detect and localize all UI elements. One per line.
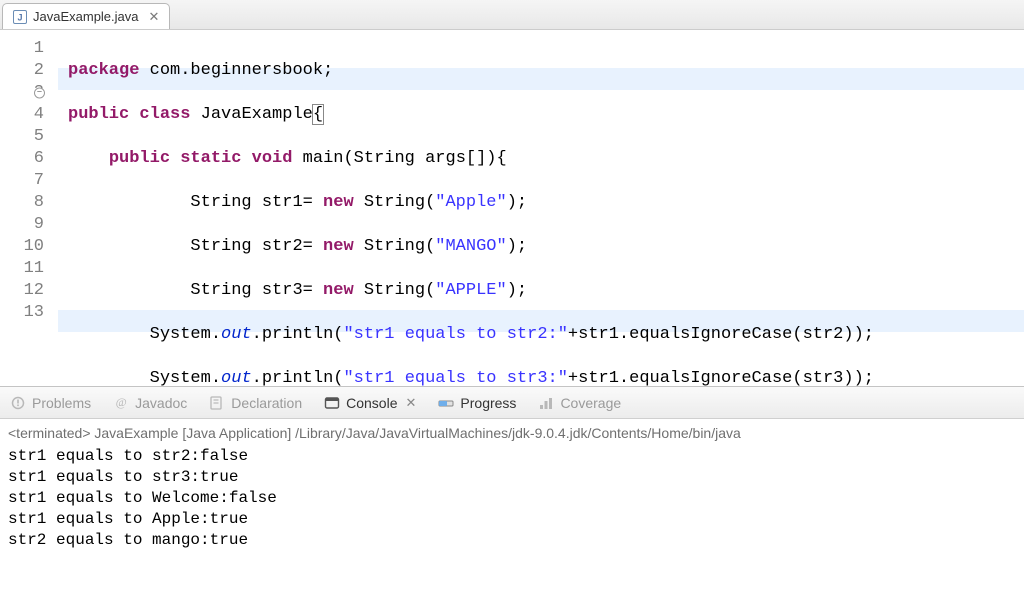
line-number: 12 bbox=[0, 280, 44, 302]
progress-icon bbox=[438, 395, 454, 411]
problems-icon bbox=[10, 395, 26, 411]
console-launch-info: <terminated> JavaExample [Java Applicati… bbox=[8, 423, 1016, 444]
tab-javadoc[interactable]: @ Javadoc bbox=[113, 395, 187, 411]
line-number: 2 bbox=[0, 60, 44, 82]
code-editor[interactable]: 1 2 3− 4 5 6 7 8 9 10 11 12 13 package c… bbox=[0, 30, 1024, 386]
javadoc-icon: @ bbox=[113, 395, 129, 411]
line-number: 4 bbox=[0, 104, 44, 126]
editor-tab-label: JavaExample.java bbox=[33, 9, 139, 24]
tab-label: Coverage bbox=[560, 395, 621, 411]
line-number: 10 bbox=[0, 236, 44, 258]
line-number: 5 bbox=[0, 126, 44, 148]
tab-coverage[interactable]: Coverage bbox=[538, 395, 621, 411]
tab-label: Problems bbox=[32, 395, 91, 411]
editor-tab-javaexample[interactable]: J JavaExample.java ✕ bbox=[2, 3, 170, 29]
console-output-line: str1 equals to Welcome:false bbox=[8, 488, 1016, 509]
line-number-gutter: 1 2 3− 4 5 6 7 8 9 10 11 12 13 bbox=[0, 30, 58, 386]
line-number: 1 bbox=[0, 38, 44, 60]
line-number: 11 bbox=[0, 258, 44, 280]
coverage-icon bbox=[538, 395, 554, 411]
line-number: 6 bbox=[0, 148, 44, 170]
view-tabbar: Problems @ Javadoc Declaration Console ✕… bbox=[0, 387, 1024, 419]
line-number: 3− bbox=[0, 82, 44, 104]
console-output-line: str1 equals to str3:true bbox=[8, 467, 1016, 488]
close-icon[interactable]: ✕ bbox=[149, 9, 160, 25]
console-output-line: str1 equals to str2:false bbox=[8, 446, 1016, 467]
code-area[interactable]: package com.beginnersbook; public class … bbox=[58, 30, 1024, 386]
editor-tabbar: J JavaExample.java ✕ bbox=[0, 0, 1024, 30]
console-output-line: str1 equals to Apple:true bbox=[8, 509, 1016, 530]
close-icon[interactable]: ✕ bbox=[406, 395, 417, 411]
bottom-panel: Problems @ Javadoc Declaration Console ✕… bbox=[0, 386, 1024, 559]
fold-toggle-icon[interactable]: − bbox=[34, 88, 45, 99]
tab-label: Javadoc bbox=[135, 395, 187, 411]
console-output-line: str2 equals to mango:true bbox=[8, 530, 1016, 551]
tab-problems[interactable]: Problems bbox=[10, 395, 91, 411]
declaration-icon bbox=[209, 395, 225, 411]
line-number: 7 bbox=[0, 170, 44, 192]
svg-text:J: J bbox=[17, 12, 22, 22]
tab-label: Progress bbox=[460, 395, 516, 411]
line-number: 9 bbox=[0, 214, 44, 236]
line-number: 13 bbox=[0, 302, 44, 324]
line-number: 8 bbox=[0, 192, 44, 214]
console-icon bbox=[324, 395, 340, 411]
tab-label: Console bbox=[346, 395, 397, 411]
tab-console[interactable]: Console ✕ bbox=[324, 395, 416, 411]
console-view[interactable]: <terminated> JavaExample [Java Applicati… bbox=[0, 419, 1024, 559]
tab-declaration[interactable]: Declaration bbox=[209, 395, 302, 411]
java-file-icon: J bbox=[13, 10, 27, 24]
tab-progress[interactable]: Progress bbox=[438, 395, 516, 411]
tab-label: Declaration bbox=[231, 395, 302, 411]
